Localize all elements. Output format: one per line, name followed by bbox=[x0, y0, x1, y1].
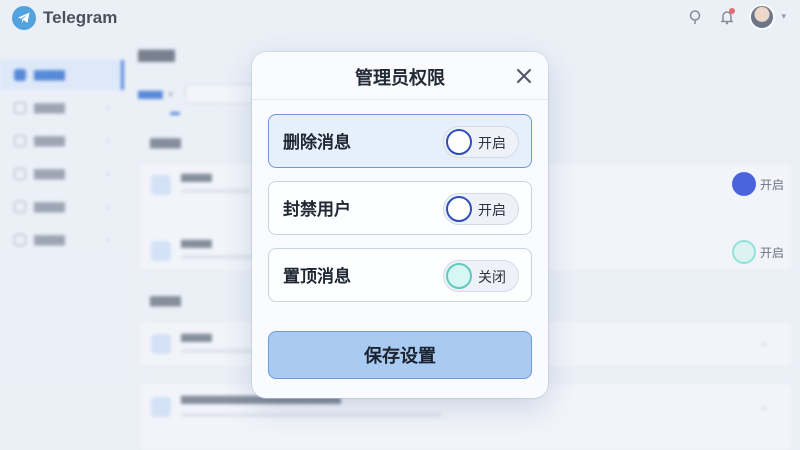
toggle-switch[interactable]: 开启 bbox=[443, 126, 519, 158]
permission-label: 封禁用户 bbox=[283, 200, 351, 220]
toggle-label: 关闭 bbox=[478, 270, 506, 286]
toggle-switch[interactable]: 开启 bbox=[443, 193, 519, 225]
permission-label: 置顶消息 bbox=[283, 267, 351, 287]
toggle-label: 开启 bbox=[478, 136, 506, 152]
permission-label: 删除消息 bbox=[283, 133, 351, 153]
admin-permissions-dialog: 管理员权限 删除消息 开启 封禁用户 开启 置顶消息 关闭 保存设置 bbox=[252, 52, 548, 398]
dialog-header: 管理员权限 bbox=[252, 52, 548, 100]
toggle-knob bbox=[446, 129, 472, 155]
dialog-title: 管理员权限 bbox=[355, 68, 445, 89]
close-icon[interactable] bbox=[514, 66, 534, 86]
toggle-knob bbox=[446, 263, 472, 289]
permission-row-ban-users[interactable]: 封禁用户 开启 bbox=[268, 181, 532, 235]
permission-row-pin-messages[interactable]: 置顶消息 关闭 bbox=[268, 248, 532, 302]
permission-row-delete-messages[interactable]: 删除消息 开启 bbox=[268, 114, 532, 168]
save-settings-button[interactable]: 保存设置 bbox=[268, 331, 532, 379]
toggle-knob bbox=[446, 196, 472, 222]
toggle-label: 开启 bbox=[478, 203, 506, 219]
toggle-switch[interactable]: 关闭 bbox=[443, 260, 519, 292]
